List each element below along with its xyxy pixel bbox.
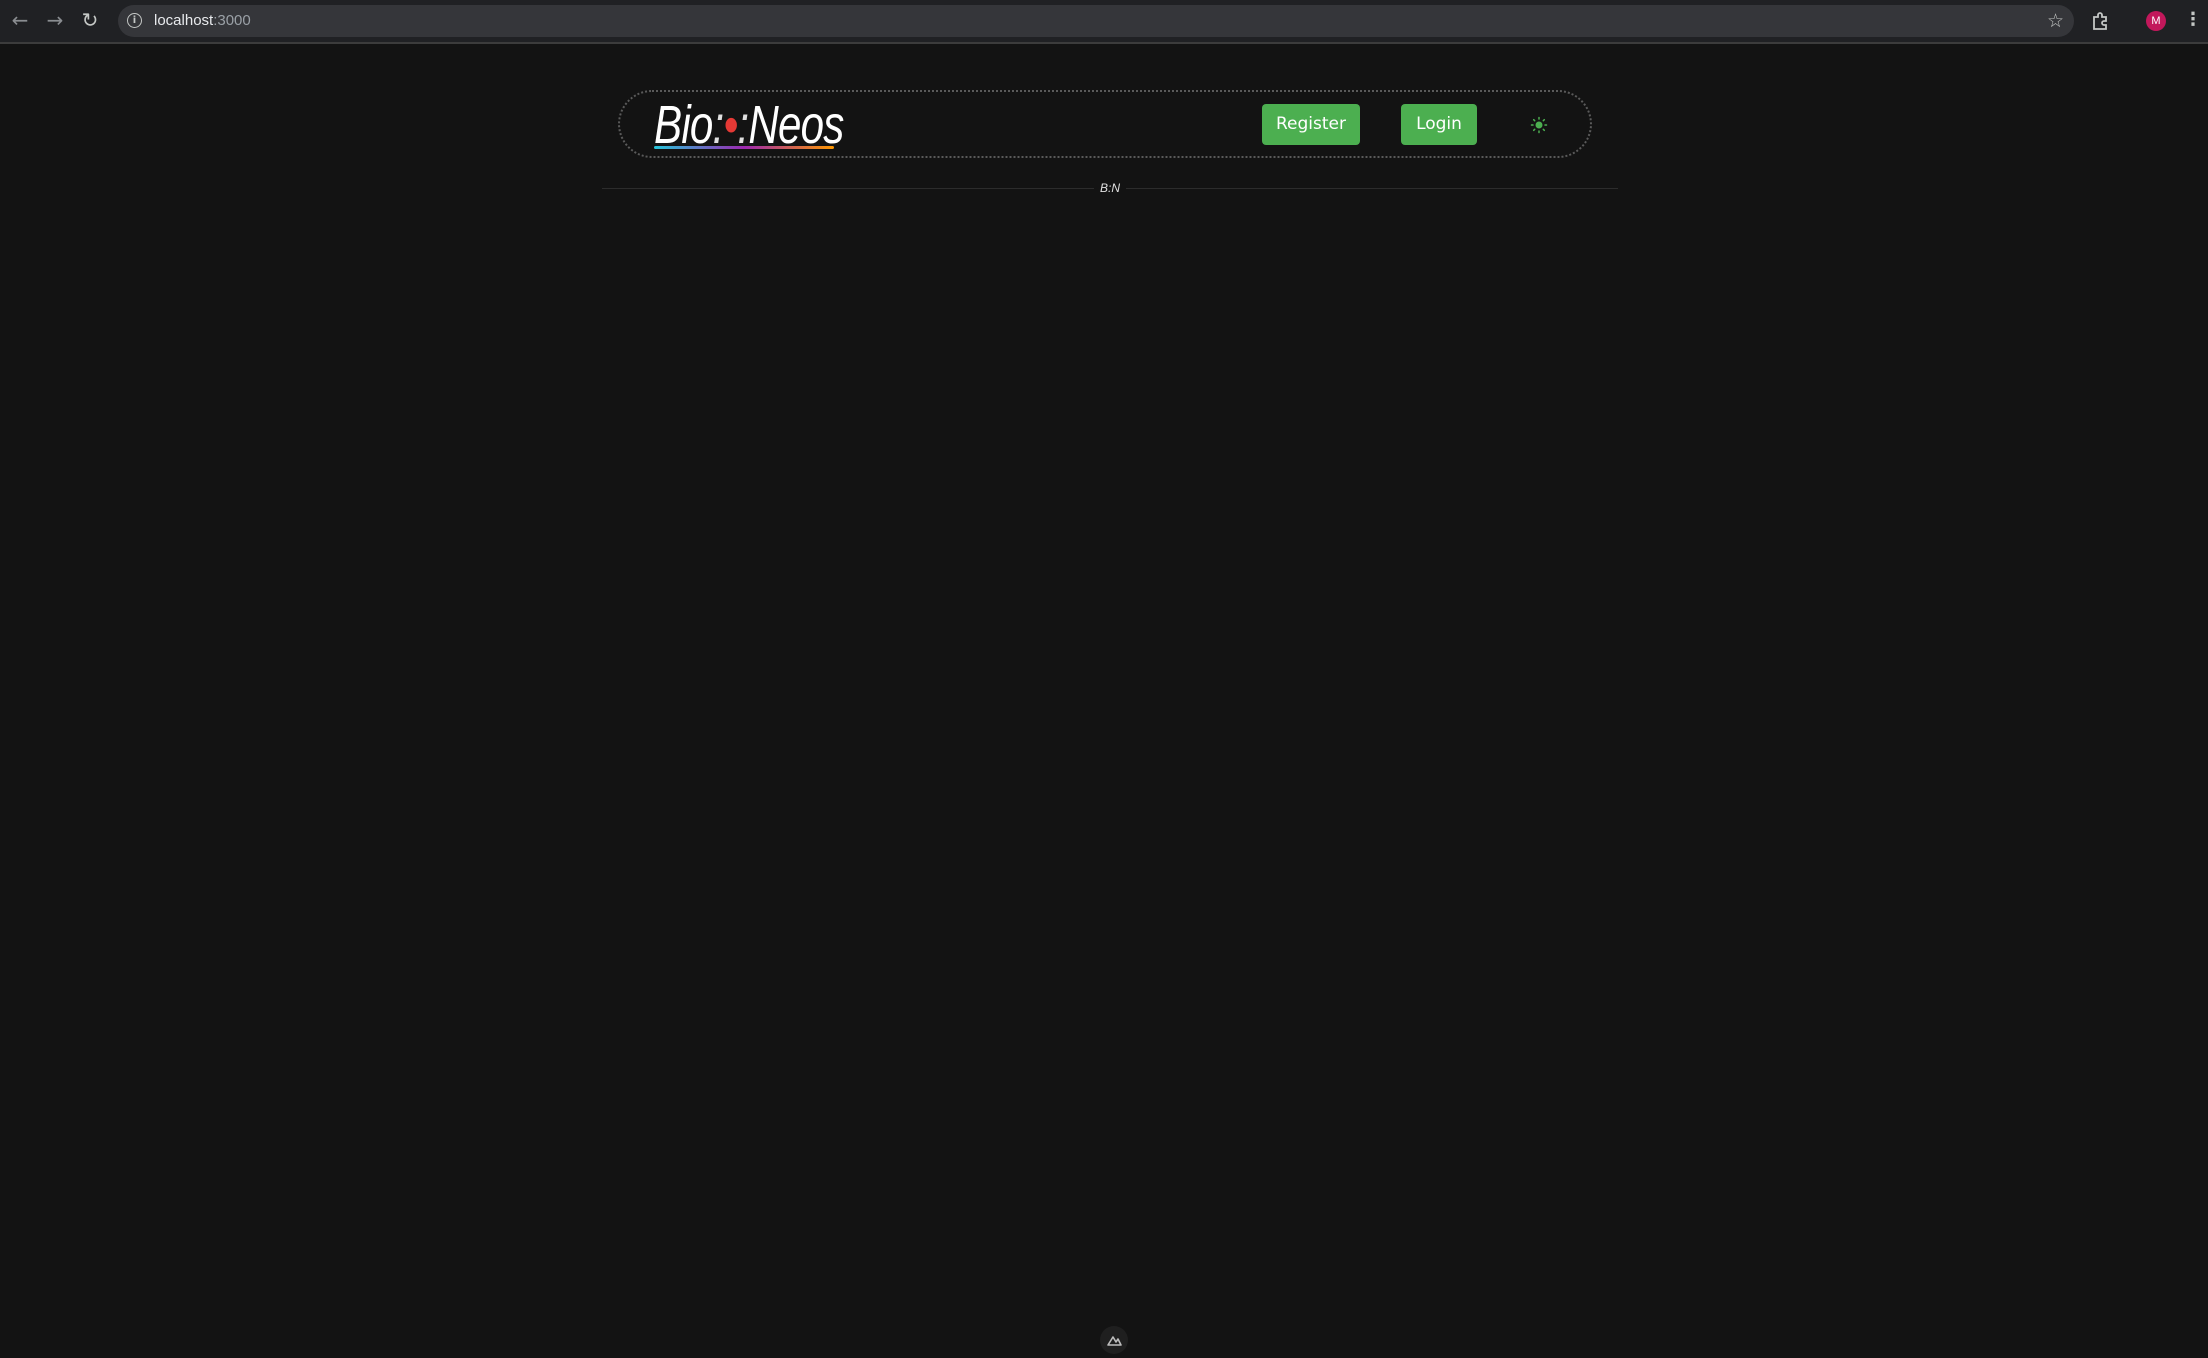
site-header: Bio:•:Neos Register Login xyxy=(618,90,1592,158)
back-arrow-icon[interactable]: ← xyxy=(8,8,32,32)
extensions-icon[interactable] xyxy=(2090,10,2114,34)
register-button[interactable]: Register xyxy=(1262,104,1360,145)
browser-toolbar: ← → ↻ i localhost:3000 ☆ M ⋮ xyxy=(0,0,2208,44)
url-text[interactable]: localhost:3000 xyxy=(154,11,251,31)
address-bar[interactable]: i localhost:3000 ☆ xyxy=(118,5,2074,37)
page-body: Bio:•:Neos Register Login B:N xyxy=(0,46,2208,1354)
site-info-icon[interactable]: i xyxy=(127,13,142,28)
forward-arrow-icon[interactable]: → xyxy=(43,8,67,32)
logo-underline xyxy=(654,146,834,149)
divider-badge: B:N xyxy=(1094,178,1126,198)
theme-toggle-sun-icon[interactable] xyxy=(1530,116,1548,134)
url-port: :3000 xyxy=(213,12,251,29)
reload-icon[interactable]: ↻ xyxy=(78,8,102,32)
nuxt-devtools-icon[interactable] xyxy=(1100,1326,1128,1354)
bookmark-star-icon[interactable]: ☆ xyxy=(2047,9,2064,33)
login-button[interactable]: Login xyxy=(1401,104,1477,145)
browser-menu-icon[interactable]: ⋮ xyxy=(2184,9,2202,33)
profile-avatar[interactable]: M xyxy=(2146,11,2166,31)
url-host: localhost xyxy=(154,12,214,29)
